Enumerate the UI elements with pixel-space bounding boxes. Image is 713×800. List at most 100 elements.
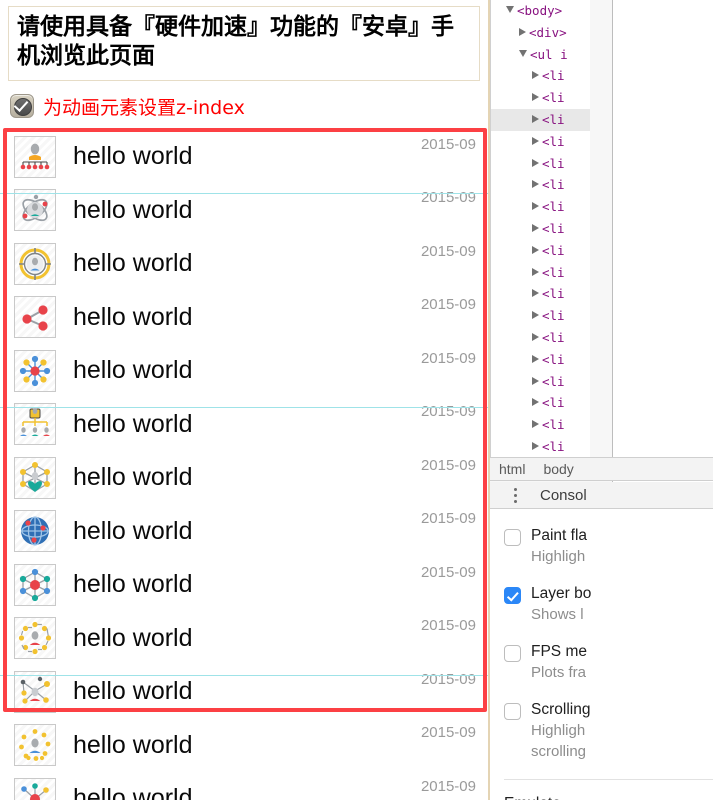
hardware-acceleration-notice: 请使用具备『硬件加速』功能的『安卓』手机浏览此页面 bbox=[8, 6, 480, 81]
dom-tag: <li bbox=[542, 90, 565, 106]
dom-tag: <li bbox=[542, 133, 565, 149]
disclosure-triangle-icon[interactable] bbox=[532, 332, 539, 341]
rendering-option-checkbox[interactable] bbox=[504, 529, 521, 546]
disclosure-triangle-icon[interactable] bbox=[532, 376, 539, 385]
dom-tree-view[interactable]: <body><div><ul i<li<li···<li<li<li<li<li… bbox=[490, 0, 590, 457]
disclosure-triangle-icon[interactable] bbox=[532, 354, 539, 363]
list-item-title: hello world bbox=[73, 463, 193, 492]
rendering-option-checkbox[interactable] bbox=[504, 587, 521, 604]
disclosure-triangle-icon[interactable] bbox=[532, 267, 539, 276]
dom-tag: <li bbox=[542, 329, 565, 345]
dom-tree-row[interactable]: <li bbox=[491, 174, 590, 196]
list-item-title: hello world bbox=[73, 409, 193, 438]
dom-tree-row[interactable]: <li bbox=[491, 305, 590, 327]
list-item[interactable]: hello world 2015-09 bbox=[0, 611, 488, 665]
dom-tree-row[interactable]: <li bbox=[491, 349, 590, 371]
list-item-date: 2015-09 bbox=[420, 563, 476, 581]
disclosure-triangle-icon[interactable] bbox=[532, 223, 539, 232]
dom-tree-row[interactable]: <li bbox=[491, 65, 590, 87]
list-item[interactable]: hello world 2015-09 bbox=[0, 236, 488, 291]
rendering-option-subtitle: Shows l bbox=[531, 606, 584, 623]
disclosure-triangle-icon[interactable] bbox=[532, 71, 539, 80]
list-item[interactable]: hello world 2015-09 bbox=[0, 771, 488, 800]
list-item-title: hello world bbox=[73, 570, 193, 599]
dom-tree-row[interactable]: <li bbox=[491, 371, 590, 393]
list-item-title: hello world bbox=[73, 302, 193, 331]
disclosure-triangle-icon[interactable] bbox=[532, 202, 539, 211]
rendering-option-row[interactable]: FPS me Plots fra bbox=[490, 642, 713, 683]
list-item[interactable]: hello world 2015-09 bbox=[0, 504, 488, 558]
dom-tree-row[interactable]: <li bbox=[491, 436, 590, 457]
dom-tag: <li bbox=[542, 111, 565, 127]
dom-tree-row[interactable]: <li bbox=[491, 196, 590, 218]
dom-tree-row[interactable]: <ul i bbox=[491, 44, 590, 66]
dom-tag: <li bbox=[542, 242, 565, 258]
scatter-nodes-person-icon bbox=[14, 670, 56, 713]
dom-tree-row[interactable]: <body> bbox=[491, 0, 590, 22]
dom-tag: <li bbox=[542, 155, 565, 171]
dom-tree-row[interactable]: <li bbox=[491, 392, 590, 414]
disclosure-triangle-icon[interactable] bbox=[532, 93, 539, 102]
checked-checkbox-icon[interactable] bbox=[10, 94, 34, 119]
breadcrumb[interactable]: html body bbox=[490, 457, 713, 481]
disclosure-triangle-icon[interactable] bbox=[532, 158, 539, 167]
disclosure-triangle-icon[interactable] bbox=[506, 6, 514, 13]
disclosure-triangle-icon[interactable] bbox=[532, 311, 539, 320]
disclosure-triangle-icon[interactable] bbox=[532, 180, 539, 189]
list-item[interactable]: hello world 2015-09 bbox=[0, 557, 488, 612]
dom-tree-row[interactable]: <li bbox=[491, 131, 590, 153]
rendering-option-row[interactable]: Scrolling Highligh scrolling bbox=[490, 700, 713, 762]
disclosure-triangle-icon[interactable] bbox=[532, 114, 539, 123]
globe-network-icon bbox=[14, 510, 56, 553]
person-ring-nodes-icon bbox=[14, 617, 56, 660]
disclosure-triangle-icon[interactable] bbox=[532, 398, 539, 407]
dom-tree-row[interactable]: <div> bbox=[491, 22, 590, 44]
kebab-menu-icon[interactable] bbox=[504, 487, 526, 503]
list-item[interactable]: hello world 2015-09 bbox=[0, 343, 488, 398]
rendering-option-row[interactable]: Paint fla Highligh bbox=[490, 526, 713, 567]
list-item[interactable]: hello world 2015-09 bbox=[0, 664, 488, 719]
disclosure-triangle-icon[interactable] bbox=[532, 136, 539, 145]
list-item[interactable]: hello world 2015-09 bbox=[0, 129, 488, 184]
disclosure-triangle-icon[interactable] bbox=[532, 441, 539, 450]
rendering-option-checkbox[interactable] bbox=[504, 645, 521, 662]
rendering-option-checkbox[interactable] bbox=[504, 703, 521, 720]
rendering-option-row[interactable]: Layer bo Shows l bbox=[490, 584, 713, 625]
dom-tag: <li bbox=[542, 220, 565, 236]
list-item[interactable]: hello world 2015-09 bbox=[0, 450, 488, 505]
disclosure-triangle-icon[interactable] bbox=[519, 49, 527, 57]
dom-tree-row[interactable]: ···<li bbox=[491, 108, 590, 131]
list-item[interactable]: hello world 2015-09 bbox=[0, 290, 488, 344]
dom-tag: <li bbox=[542, 286, 565, 302]
list-item[interactable]: hello world 2015-09 bbox=[0, 718, 488, 772]
disclosure-triangle-icon[interactable] bbox=[532, 245, 539, 254]
list-item[interactable]: hello world 2015-09 bbox=[0, 397, 488, 451]
rendering-option-row[interactable]: EmulateForces bbox=[490, 794, 713, 800]
dom-tree-row[interactable]: <li bbox=[491, 414, 590, 436]
list-item-date: 2015-09 bbox=[420, 456, 476, 474]
dom-tree-row[interactable]: <li bbox=[491, 87, 590, 109]
list-item-title: hello world bbox=[73, 623, 193, 652]
dom-tree-row[interactable]: <li bbox=[491, 327, 590, 349]
rendering-option-title: FPS me bbox=[531, 643, 587, 660]
items-list-container: hello world 2015-09 hello world 2015-09 he… bbox=[0, 127, 488, 800]
items-list: hello world 2015-09 hello world 2015-09 he… bbox=[0, 129, 488, 800]
dom-tag: <li bbox=[542, 68, 565, 84]
zindex-option-row[interactable]: 为动画元素设置z-index bbox=[10, 93, 488, 120]
rendering-option-title: Scrolling bbox=[531, 701, 591, 718]
dom-tree-row[interactable]: <li bbox=[491, 153, 590, 175]
breadcrumb-item-body[interactable]: body bbox=[534, 461, 582, 477]
list-item-title: hello world bbox=[73, 356, 193, 385]
list-item[interactable]: hello world 2015-09 bbox=[0, 183, 488, 237]
breadcrumb-item-html[interactable]: html bbox=[490, 461, 534, 477]
disclosure-triangle-icon[interactable] bbox=[532, 289, 539, 298]
rendering-option-title: Emulate bbox=[504, 794, 561, 800]
dom-tree-row[interactable]: <li bbox=[491, 283, 590, 305]
dom-tag: <li bbox=[542, 395, 565, 411]
tab-console[interactable]: Consol bbox=[540, 487, 587, 504]
disclosure-triangle-icon[interactable] bbox=[519, 27, 526, 36]
dom-tree-row[interactable]: <li bbox=[491, 240, 590, 262]
disclosure-triangle-icon[interactable] bbox=[532, 420, 539, 429]
dom-tree-row[interactable]: <li bbox=[491, 262, 590, 284]
dom-tree-row[interactable]: <li bbox=[491, 218, 590, 240]
